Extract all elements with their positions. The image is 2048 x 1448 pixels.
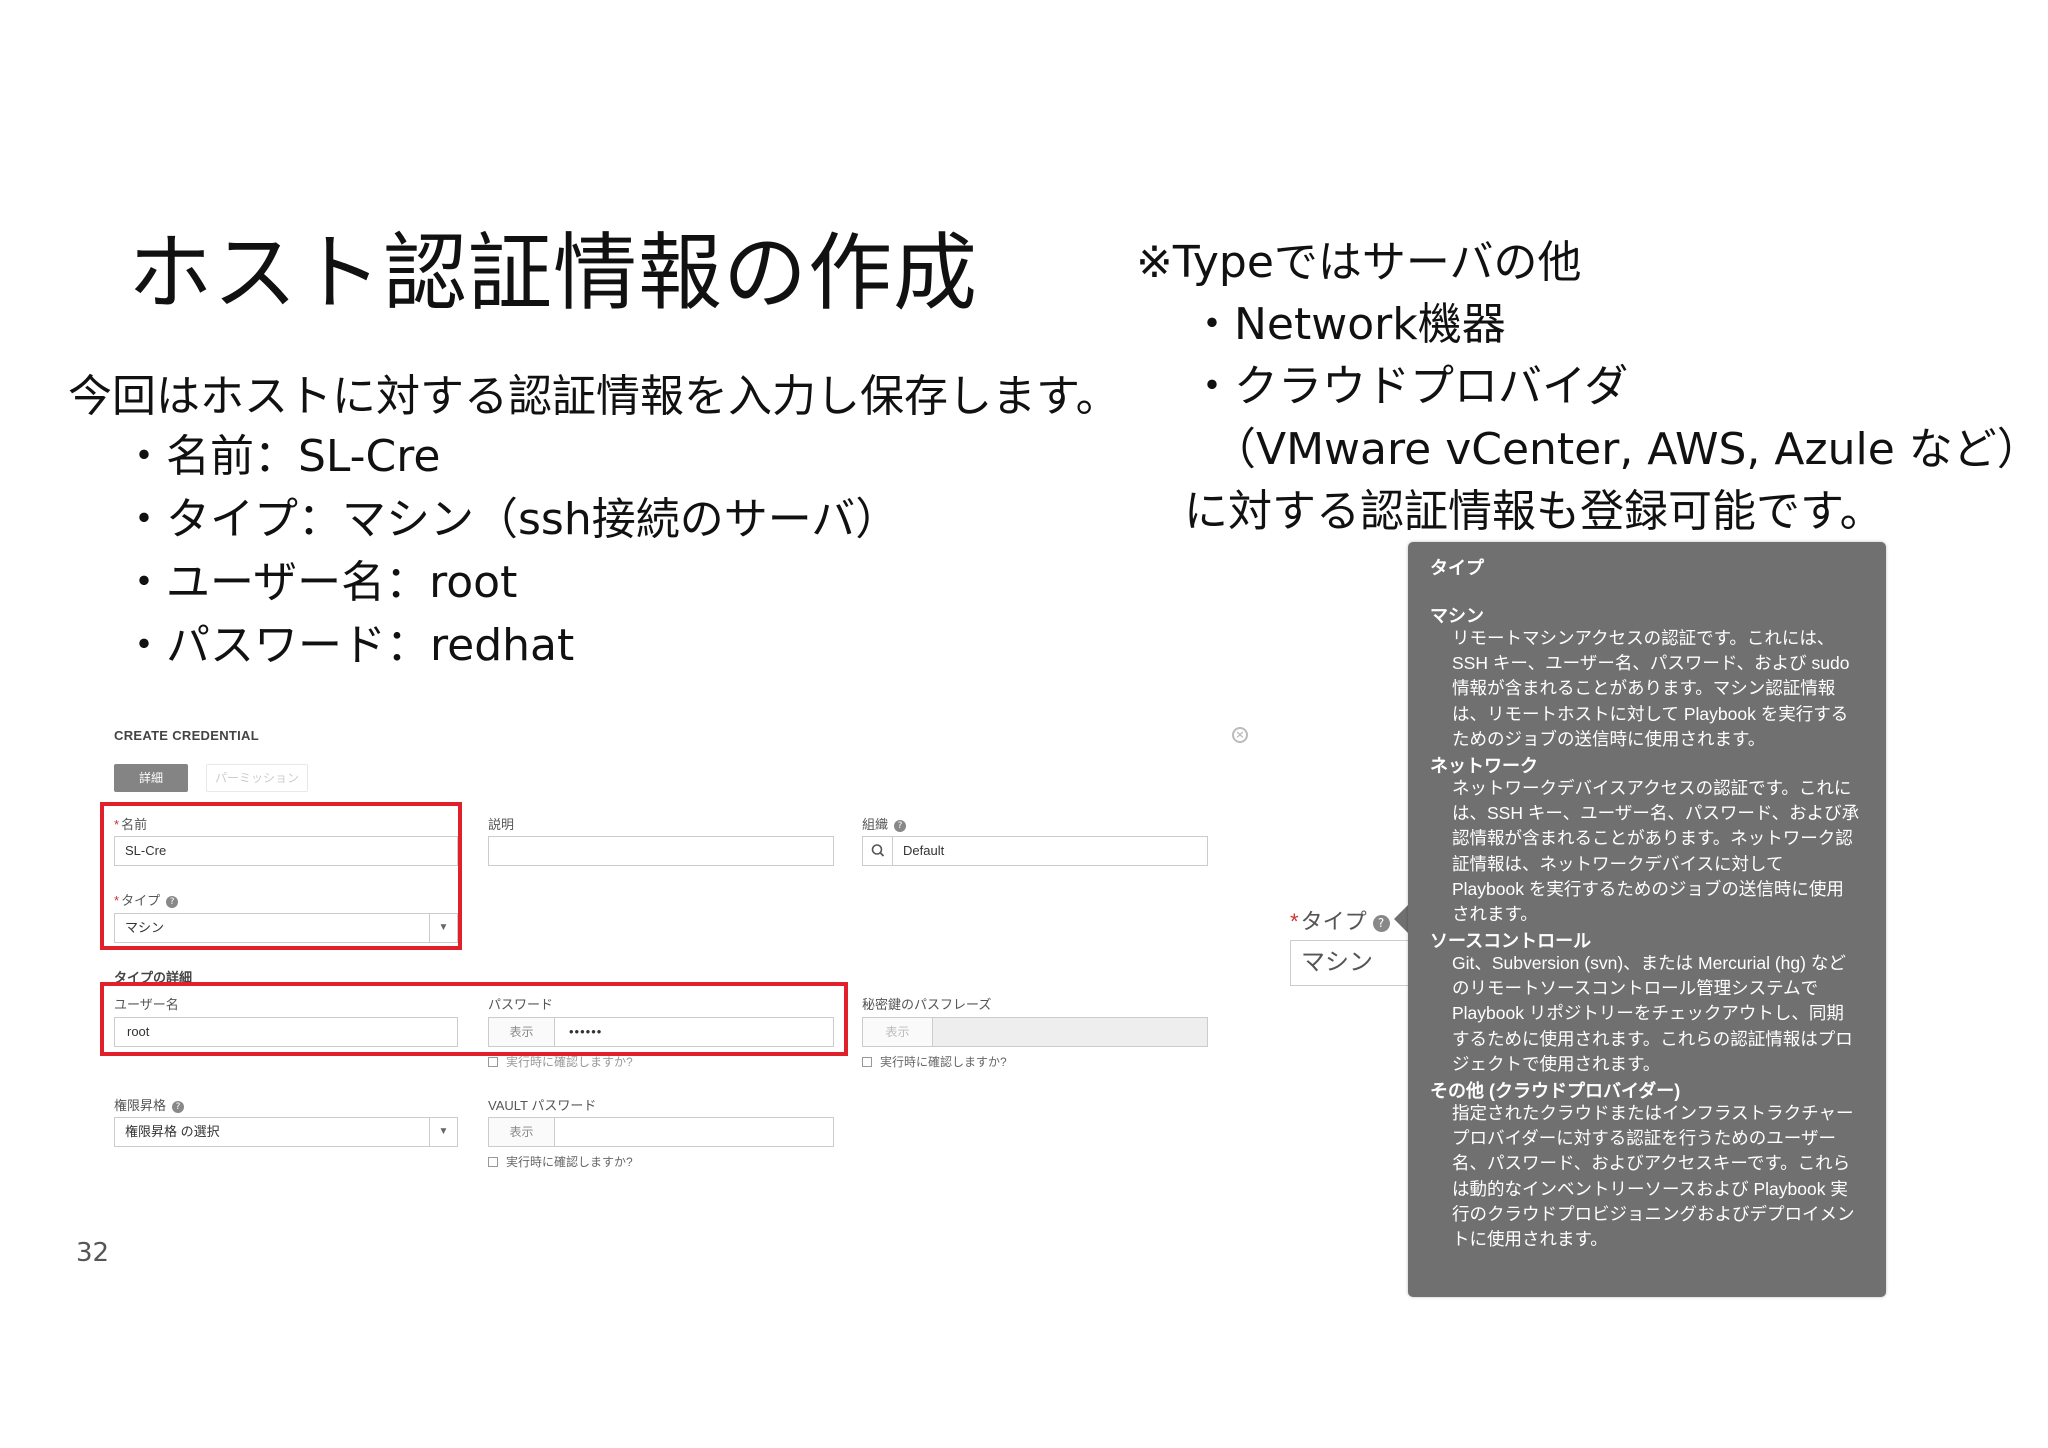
- note-item-cloud-examples: （VMware vCenter, AWS, Azule など）: [1212, 424, 2041, 475]
- tooltip-body-network: ネットワークデバイスアクセスの認証です。これに は、SSH キー、ユーザー名、パ…: [1452, 778, 1860, 925]
- vault-password-show-button[interactable]: 表示: [489, 1118, 555, 1146]
- highlight-box-name-type: [100, 802, 462, 950]
- tooltip-heading-machine: マシン: [1430, 606, 1484, 626]
- help-icon[interactable]: ?: [172, 1100, 185, 1113]
- help-icon[interactable]: ?: [1372, 914, 1390, 932]
- side-type-label: *タイプ?: [1290, 904, 1390, 936]
- type-help-tooltip: タイプ マシン リモートマシンアクセスの認証です。これには、 SSH キー、ユー…: [1408, 542, 1886, 1297]
- chevron-down-icon[interactable]: ▼: [429, 1118, 457, 1146]
- page-number: 32: [76, 1238, 110, 1268]
- tooltip-heading-source-control: ソースコントロール: [1430, 931, 1592, 951]
- tooltip-arrow: [1394, 905, 1408, 933]
- tab-permissions[interactable]: パーミッション: [206, 764, 308, 792]
- note-item-conclusion: に対する認証情報も登録可能です。: [1184, 486, 1884, 537]
- search-icon[interactable]: [863, 837, 893, 865]
- organization-field[interactable]: Default: [862, 836, 1208, 866]
- vault-password-field[interactable]: 表示: [488, 1117, 834, 1147]
- tooltip-body-other: 指定されたクラウドまたはインフラストラクチャー プロバイダーに対する認証を行うた…: [1452, 1103, 1855, 1250]
- help-icon[interactable]: ?: [894, 819, 907, 832]
- close-icon[interactable]: ×: [1232, 727, 1248, 743]
- tooltip-body-machine: リモートマシンアクセスの認証です。これには、 SSH キー、ユーザー名、パスワー…: [1452, 628, 1850, 749]
- ssh-passphrase-label: 秘密鍵のパスフレーズ: [862, 997, 992, 1012]
- checkbox-icon[interactable]: [488, 1057, 498, 1067]
- organization-value: Default: [903, 843, 945, 858]
- checkbox-icon[interactable]: [862, 1057, 872, 1067]
- note-item-network: ・Network機器: [1190, 299, 1506, 350]
- tooltip-heading-network: ネットワーク: [1430, 756, 1538, 776]
- vault-password-label: VAULT パスワード: [488, 1098, 597, 1113]
- tab-details[interactable]: 詳細: [114, 764, 188, 792]
- description-field[interactable]: [488, 836, 834, 866]
- ssh-passphrase-field[interactable]: 表示: [862, 1017, 1208, 1047]
- privilege-escalation-placeholder: 権限昇格 の選択: [125, 1124, 220, 1139]
- bullet-password: ・パスワード：redhat: [122, 620, 575, 671]
- tooltip-title: タイプ: [1430, 558, 1484, 578]
- bullet-name: ・名前：SL-Cre: [122, 431, 441, 482]
- note-item-cloud: ・クラウドプロバイダ: [1190, 361, 1629, 412]
- highlight-box-credentials: [100, 982, 848, 1056]
- description-label: 説明: [488, 817, 515, 832]
- privilege-escalation-label: 権限昇格?: [114, 1095, 185, 1114]
- tooltip-body-source-control: Git、Subversion (svn)、または Mercurial (hg) …: [1452, 953, 1853, 1074]
- organization-label: 組織?: [862, 814, 907, 833]
- tooltip-heading-other: その他 (クラウドプロバイダー): [1430, 1081, 1681, 1101]
- note-title: ※Typeではサーバの他: [1136, 237, 1582, 288]
- ssh-passphrase-prompt-checkbox[interactable]: 実行時に確認しますか?: [862, 1053, 1007, 1070]
- ssh-passphrase-show-button[interactable]: 表示: [863, 1018, 933, 1046]
- checkbox-icon[interactable]: [488, 1157, 498, 1167]
- slide-title: ホスト認証情報の作成: [128, 224, 979, 322]
- bullet-type: ・タイプ：マシン（ssh接続のサーバ）: [122, 494, 900, 545]
- bullet-username: ・ユーザー名：root: [122, 557, 518, 608]
- slide-intro: 今回はホストに対する認証情報を入力し保存します。: [68, 371, 1120, 422]
- vault-password-prompt-checkbox[interactable]: 実行時に確認しますか?: [488, 1153, 633, 1170]
- privilege-escalation-select[interactable]: 権限昇格 の選択 ▼: [114, 1117, 458, 1147]
- form-title: CREATE CREDENTIAL: [114, 728, 259, 743]
